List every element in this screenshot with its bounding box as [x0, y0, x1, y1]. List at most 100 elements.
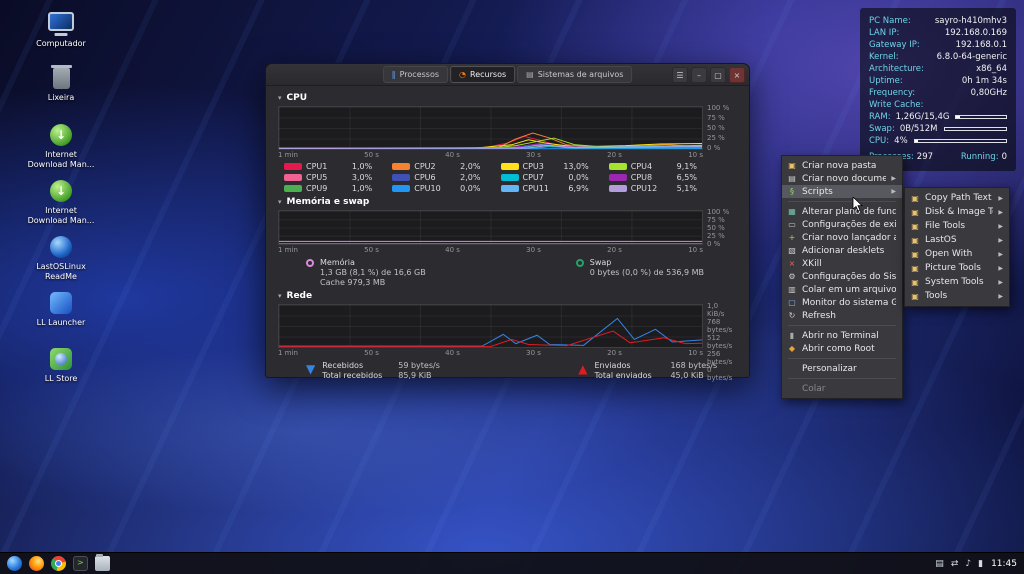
desktop-icon-idm[interactable]: Internet Download Man...	[24, 180, 98, 225]
axis-label: 40 s	[445, 246, 460, 254]
axis-label: 50 s	[364, 151, 379, 159]
chrome-icon[interactable]	[51, 556, 66, 571]
menu-item-label: Colar	[802, 383, 826, 394]
menu-item-alterar-plano-de-fundo[interactable]: ▦ Alterar plano de fundo	[782, 205, 902, 218]
submenu-item-system-tools[interactable]: ▣ System Tools ▶	[905, 275, 1009, 289]
menu-item-configura-es-de-exibi-o[interactable]: ▭ Configurações de exibição	[782, 218, 902, 231]
chevron-down-icon[interactable]: ▾	[278, 198, 282, 206]
desktop-icon-readme[interactable]: LastOSLinux ReadMe	[24, 236, 98, 281]
menu-item-abrir-no-terminal[interactable]: ▮ Abrir no Terminal	[782, 329, 902, 342]
folder-icon: ▣	[911, 249, 919, 259]
desktop-icon-computer[interactable]: Computador	[24, 12, 98, 49]
conky-label: RAM:	[869, 112, 891, 122]
folder-icon: ▣	[911, 193, 919, 203]
cpu-value: 1,0%	[351, 162, 373, 171]
store-icon	[50, 348, 72, 370]
maximize-button[interactable]: ▢	[710, 67, 726, 83]
chevron-down-icon[interactable]: ▾	[278, 292, 282, 300]
notifications-icon[interactable]: ▤	[935, 559, 944, 569]
menu-item-label: Abrir como Root	[802, 343, 875, 354]
minimize-button[interactable]: –	[691, 67, 707, 83]
taskbar-tray: ▤ ⇄ ♪ ▮ 11:45	[935, 559, 1017, 569]
launcher-icon	[50, 292, 72, 314]
menu-item-adicionar-desklets[interactable]: ▧ Adicionar desklets	[782, 244, 902, 257]
firefox-icon[interactable]	[29, 556, 44, 571]
conky-system-info: PC Name: sayro-h410mhv3 LAN IP: 192.168.0.1…	[860, 8, 1016, 171]
menu-item-label: Refresh	[802, 310, 836, 321]
computer-icon	[48, 12, 74, 31]
cpu-y-axis: 100 % 75 % 50 % 25 % 0 %	[703, 104, 737, 152]
menu-item-monitor-do-sistema-gnome[interactable]: ▢ Monitor do sistema GNOME	[782, 296, 902, 309]
submenu-item-tools[interactable]: ▣ Tools ▶	[905, 289, 1009, 303]
menu-item-colar-em-um-arquivo[interactable]: ▥ Colar em um arquivo	[782, 283, 902, 296]
submenu-item-label: System Tools	[925, 277, 984, 287]
desktop-icon-idm[interactable]: Internet Download Man...	[24, 124, 98, 169]
cpu-legend-item-cpu2: CPU2 2,0%	[392, 162, 481, 171]
network-icon[interactable]: ⇄	[951, 559, 959, 569]
memory-section: ▾ Memória e swap 100 % 75 % 50 % 25 % 0 % 1 …	[278, 197, 737, 287]
axis-label: 30 s	[526, 151, 541, 159]
tab-recursos[interactable]: ◔ Recursos	[450, 66, 516, 83]
tab-label: Sistemas de arquivos	[537, 70, 624, 79]
menu-separator	[788, 358, 896, 359]
received-total-label: Total recebidos	[322, 371, 383, 380]
received-total: 85,9 KiB	[398, 371, 432, 380]
axis-label: 40 s	[445, 349, 460, 357]
submenu-item-copy-path-text[interactable]: ▣ Copy Path Text ▶	[905, 191, 1009, 205]
network-x-axis: 1 min 50 s 40 s 30 s 20 s 10 s	[278, 349, 703, 357]
terminal-app-icon[interactable]	[73, 556, 88, 571]
submenu-arrow-icon: ▶	[998, 236, 1003, 244]
cpu-value: 0,0%	[460, 184, 481, 193]
power-icon[interactable]: ▮	[978, 559, 983, 569]
submenu-item-disk-image-tools[interactable]: ▣ Disk & Image Tools ▶	[905, 205, 1009, 219]
cpu-color-swatch	[284, 185, 302, 192]
readme-icon	[50, 236, 72, 258]
axis-label: 50 s	[364, 349, 379, 357]
desktop-icon-trash[interactable]: Lixeira	[24, 65, 98, 103]
menu-item-refresh[interactable]: ↻ Refresh	[782, 309, 902, 322]
menu-item-criar-novo-documento[interactable]: ▤ Criar novo documento ▶	[782, 172, 902, 185]
conky-progress-fill	[956, 116, 961, 118]
window-controls: ☰ – ▢ ×	[672, 67, 745, 83]
menu-item-xkill[interactable]: × XKill	[782, 257, 902, 270]
cpu-legend-item-cpu8: CPU8 6,5%	[608, 173, 697, 182]
cpu-legend-item-cpu10: CPU10 0,0%	[392, 184, 481, 193]
menu-item-scripts[interactable]: § Scripts ▶	[782, 185, 902, 198]
upload-arrow-icon: ▲	[578, 362, 588, 376]
submenu-arrow-icon: ▶	[891, 175, 896, 182]
lastos-menu-icon[interactable]	[7, 556, 22, 571]
paste-into-file-icon: ▥	[788, 285, 796, 294]
desktop-icon-store[interactable]: LL Store	[24, 348, 98, 384]
submenu-item-lastos[interactable]: ▣ LastOS ▶	[905, 233, 1009, 247]
menu-item-configura-es-do-sistema[interactable]: ⚙ Configurações do Sistema	[782, 270, 902, 283]
tab-processos[interactable]: ‖ Processos	[382, 66, 449, 83]
new-launcher-icon: +	[788, 233, 796, 242]
memory-legend: Memória 1,3 GB (8,1 %) de 16,6 GB Cache …	[306, 258, 737, 287]
menu-item-label: Monitor do sistema GNOME	[802, 297, 896, 308]
submenu-item-picture-tools[interactable]: ▣ Picture Tools ▶	[905, 261, 1009, 275]
file-manager-icon[interactable]	[95, 554, 110, 571]
taskbar-clock[interactable]: 11:45	[991, 559, 1017, 569]
menu-item-criar-novo-lan-ador-aqui[interactable]: + Criar novo lançador aqui...	[782, 231, 902, 244]
submenu-item-open-with[interactable]: ▣ Open With ▶	[905, 247, 1009, 261]
desktop-icon-launcher[interactable]: LL Launcher	[24, 292, 98, 328]
swap-label: Swap	[589, 258, 612, 267]
tray-icons: ▤ ⇄ ♪ ▮	[935, 559, 983, 569]
menu-item-personalizar[interactable]: Personalizar	[782, 362, 902, 375]
tab-sistemas-de-arquivos[interactable]: ▤ Sistemas de arquivos	[517, 66, 633, 83]
hamburger-menu-button[interactable]: ☰	[672, 67, 688, 83]
close-button[interactable]: ×	[729, 67, 745, 83]
axis-label: 1 min	[278, 246, 298, 254]
folder-icon: ▣	[911, 207, 919, 217]
window-titlebar[interactable]: ‖ Processos ◔ Recursos ▤ Sistemas de arq…	[266, 64, 749, 86]
menu-item-abrir-como-root[interactable]: ◆ Abrir como Root	[782, 342, 902, 355]
submenu-arrow-icon: ▶	[998, 292, 1003, 300]
menu-item-criar-nova-pasta[interactable]: ▣ Criar nova pasta	[782, 159, 902, 172]
axis-label: 30 s	[526, 349, 541, 357]
submenu-item-file-tools[interactable]: ▣ File Tools ▶	[905, 219, 1009, 233]
axis-label: 256 bytes/s	[707, 350, 733, 366]
volume-icon[interactable]: ♪	[965, 559, 971, 569]
cpu-legend-item-cpu5: CPU5 3,0%	[284, 173, 372, 182]
memory-cache-value: Cache 979,3 MB	[320, 278, 386, 287]
chevron-down-icon[interactable]: ▾	[278, 94, 282, 102]
